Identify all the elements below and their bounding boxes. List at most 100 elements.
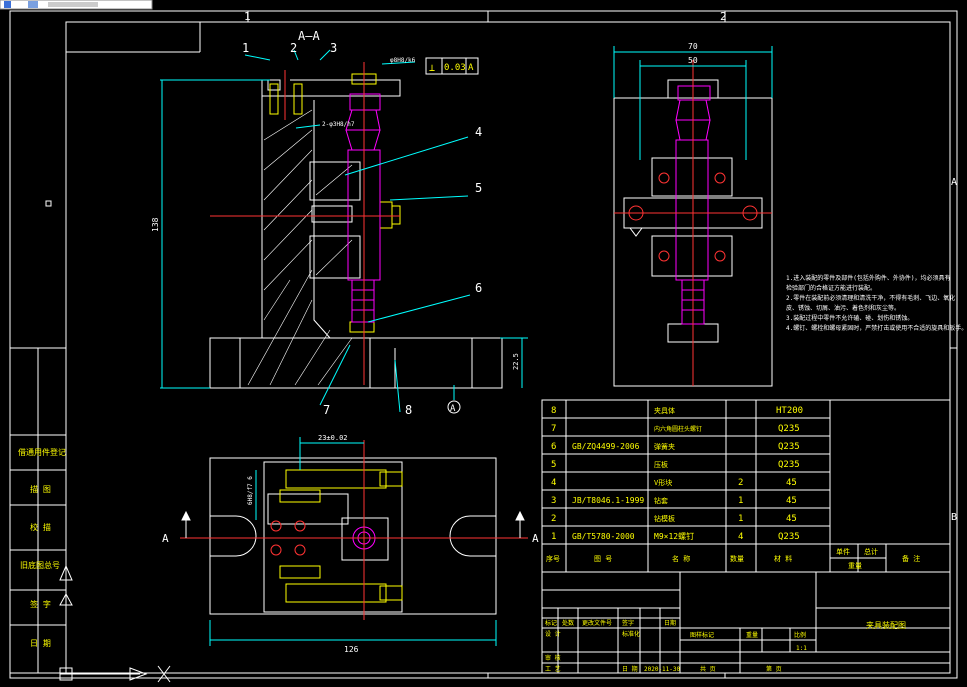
side-label-5: 签 字 — [30, 599, 51, 609]
side-inner-dimension: 50 — [688, 56, 698, 65]
bom-qty: 1 — [738, 514, 743, 524]
bom-header-weight: 重量 — [848, 562, 862, 570]
leader-3: 3 — [330, 41, 337, 55]
bom-no: 7 — [551, 424, 556, 434]
bom-header-code: 图 号 — [594, 555, 612, 563]
tb-craft: 工 艺 — [545, 665, 561, 673]
tolerance-datum: A — [468, 63, 474, 73]
tolerance-symbol: ⊥ — [429, 63, 435, 74]
side-width-dimension: 70 — [688, 42, 698, 51]
background — [0, 0, 967, 687]
grid-label-row-b: B — [951, 512, 957, 523]
tb-std: 标准化 — [622, 630, 640, 638]
bom-material: 45 — [786, 496, 797, 506]
bom-material: HT200 — [776, 406, 803, 416]
tb-sheet: 第 页 — [766, 665, 782, 673]
bom-no: 1 — [551, 532, 556, 542]
bom-name: 夹具体 — [654, 406, 675, 415]
bom-no: 3 — [551, 496, 556, 506]
bom-no: 6 — [551, 442, 556, 452]
side-label-4: 旧底图总号 — [20, 560, 60, 570]
tb-date: 日期 — [664, 619, 676, 627]
bom-header-name: 名 称 — [672, 554, 690, 563]
bom-name: 钻模板 — [654, 514, 675, 523]
tb-change-doc: 更改文件号 — [582, 619, 612, 627]
bom-code: GB/T5780-2000 — [572, 532, 635, 541]
tb-weight: 重量 — [746, 631, 758, 639]
tb-sign: 签字 — [622, 619, 634, 627]
bom-code: JB/T8046.1-1999 — [572, 496, 644, 505]
tb-sheets: 共 页 — [700, 665, 716, 673]
small-v-dimension: 22.5 — [512, 353, 520, 370]
bom-header-single: 单件 — [836, 547, 850, 556]
plan-top-dimension: 23±0.02 — [318, 434, 348, 442]
cad-model-space[interactable]: 1 2 A B 借通用件登记 描 图 校 描 旧底图总号 签 字 日 期 ⊥ 0… — [0, 0, 967, 687]
tb-count: 处数 — [562, 619, 574, 627]
tb-date-label: 日 期 — [622, 665, 638, 673]
bom-qty: 2 — [738, 478, 743, 488]
plan-section-mark-right: A — [532, 532, 539, 545]
bom-header-remark: 备 注 — [902, 554, 920, 563]
tb-scale-value: 1:1 — [796, 645, 807, 652]
side-label-2: 描 图 — [30, 484, 51, 494]
tab-strip[interactable] — [0, 0, 153, 10]
bom-header-qty: 数量 — [730, 554, 744, 563]
bom-no: 2 — [551, 514, 556, 524]
bom-name: V形块 — [654, 478, 672, 487]
tb-designer: 设 计 — [545, 630, 561, 638]
tb-date-value: 2020-11-30 — [644, 666, 681, 673]
tab-label-placeholder — [48, 2, 98, 7]
bom-qty: 1 — [738, 496, 743, 506]
bom-name: 内六角圆柱头螺钉 — [654, 425, 702, 433]
note-line-1: 1.进入装配的零件及部件(包括外购件、外协件)，均必须具有 — [786, 274, 950, 282]
note-line-2: 检验部门的合格证方能进行装配。 — [786, 284, 876, 292]
side-label-6: 日 期 — [30, 639, 51, 648]
leader-2: 2 — [290, 41, 297, 55]
bom-no: 8 — [551, 406, 556, 416]
layout-icon — [28, 1, 38, 8]
grid-label-row-a: A — [951, 177, 957, 188]
bom-name: 压板 — [654, 460, 668, 469]
tb-review: 审 核 — [545, 654, 561, 662]
plan-width-dimension: 126 — [344, 645, 359, 654]
tb-mark: 标记 — [545, 619, 557, 627]
bom-material: Q235 — [778, 442, 800, 452]
note-line-6: 4.螺钉、螺栓和螺母紧固时，严禁打击或使用不合适的旋具和扳手。 — [786, 324, 967, 332]
bom-name: M9×12螺钉 — [654, 531, 694, 541]
fit-top-label: φ8H8/k6 — [390, 57, 416, 64]
bom-no: 4 — [551, 478, 556, 488]
side-label-1: 借通用件登记 — [18, 447, 66, 457]
tb-drawing-name: 夹具装配图 — [866, 620, 906, 630]
bom-material: 45 — [786, 478, 797, 488]
fit-left-label: 2-φ3H8/h7 — [322, 121, 355, 128]
bom-material: 45 — [786, 514, 797, 524]
leader-5: 5 — [475, 181, 482, 195]
drawing-file-icon — [4, 1, 11, 8]
bom-name: 弹簧夹 — [654, 442, 675, 451]
bom-material: Q235 — [778, 424, 800, 434]
bom-material: Q235 — [778, 532, 800, 542]
section-title: A—A — [298, 29, 320, 43]
tb-scale: 比例 — [794, 631, 806, 639]
leader-1: 1 — [242, 41, 249, 55]
bom-header-no: 序号 — [546, 554, 560, 563]
grid-label-col2: 2 — [720, 10, 727, 23]
tolerance-value: 0.03 — [444, 63, 466, 73]
height-dimension: 138 — [151, 217, 160, 232]
datum-label: A — [450, 404, 456, 414]
bom-qty: 4 — [738, 532, 743, 542]
grid-label-col1: 1 — [244, 10, 251, 23]
note-line-3: 2.零件在装配前必须清理和清洗干净，不得有毛刺、飞边、氧化 — [786, 294, 955, 302]
tb-stage: 图样标记 — [690, 631, 714, 639]
note-line-4: 皮、锈蚀、切屑、油污、着色剂和灰尘等。 — [786, 304, 900, 312]
bom-name: 钻套 — [654, 496, 668, 505]
plan-vertical-dimension: 6H8/f7 6 — [247, 476, 254, 505]
bom-code: GB/ZQ4499-2006 — [572, 442, 640, 451]
leader-6: 6 — [475, 281, 482, 295]
leader-8: 8 — [405, 403, 412, 417]
plan-section-mark-left: A — [162, 532, 169, 545]
side-label-3: 校 描 — [30, 522, 51, 532]
bom-no: 5 — [551, 460, 556, 470]
bom-material: Q235 — [778, 460, 800, 470]
bom-header-total: 总计 — [864, 547, 878, 556]
